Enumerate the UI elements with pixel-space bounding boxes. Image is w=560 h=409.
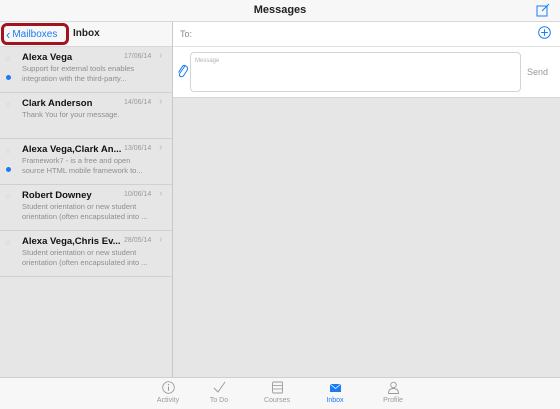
mailboxes-label: Mailboxes	[12, 28, 58, 40]
tab-label: To Do	[209, 397, 229, 404]
checkmark-icon	[213, 381, 225, 393]
sender-name: Alexa Vega,Chris Ev...	[22, 236, 121, 247]
message-date: 13/06/14	[124, 145, 152, 152]
message-date: 17/06/14	[124, 53, 152, 60]
tab-label: Profile	[383, 397, 403, 404]
sender-name: Alexa Vega	[22, 52, 73, 63]
message-row[interactable]: ☆ Robert Downey 10/06/14 › Student orien…	[0, 185, 172, 231]
courses-icon	[271, 381, 283, 394]
mailboxes-back-button[interactable]: ‹ Mailboxes	[1, 23, 69, 45]
list-header: ‹ Mailboxes Inbox	[0, 22, 172, 47]
sender-name: Clark Anderson	[22, 98, 93, 109]
tab-bar: Activity To Do Courses Inbox Profile	[0, 377, 560, 409]
message-row[interactable]: ☆ Alexa Vega 17/06/14 › Support for exte…	[0, 47, 172, 93]
tab-profile[interactable]: Profile	[371, 381, 415, 404]
tab-label: Activity	[156, 397, 180, 404]
profile-icon	[387, 381, 399, 394]
message-preview: Student orientation or new student orien…	[22, 202, 148, 221]
chevron-left-icon: ‹	[6, 26, 11, 42]
message-date: 10/06/14	[124, 191, 152, 198]
tab-inbox[interactable]: Inbox	[313, 381, 357, 404]
inbox-icon	[329, 383, 341, 392]
message-input[interactable]: Message	[190, 52, 521, 92]
add-recipient-icon[interactable]	[538, 26, 551, 39]
tab-label: Inbox	[326, 397, 344, 404]
message-placeholder: Message	[195, 58, 220, 64]
star-icon[interactable]: ☆	[5, 101, 11, 109]
sender-name: Robert Downey	[22, 190, 92, 201]
unread-dot-icon	[6, 75, 11, 80]
tab-courses[interactable]: Courses	[255, 381, 299, 404]
star-icon[interactable]: ☆	[5, 193, 11, 201]
tab-todo[interactable]: To Do	[197, 381, 241, 404]
star-icon[interactable]: ☆	[5, 147, 11, 155]
message-row[interactable]: ☆ Alexa Vega,Chris Ev... 28/05/14 › Stud…	[0, 231, 172, 277]
paperclip-icon[interactable]	[176, 62, 188, 78]
chevron-right-icon: ›	[159, 188, 163, 199]
star-icon[interactable]: ☆	[5, 239, 11, 247]
chevron-right-icon: ›	[159, 142, 163, 153]
tab-label: Courses	[263, 397, 291, 404]
top-bar: Messages	[0, 0, 560, 22]
sender-name: Alexa Vega,Clark An...	[22, 144, 122, 155]
chevron-right-icon: ›	[159, 50, 163, 61]
inbox-title: Inbox	[73, 28, 100, 39]
message-preview: Student orientation or new student orien…	[22, 248, 148, 267]
to-field[interactable]: To:	[173, 22, 560, 47]
unread-dot-icon	[6, 167, 11, 172]
chevron-right-icon: ›	[159, 96, 163, 107]
send-button[interactable]: Send	[527, 67, 548, 77]
compose-icon[interactable]	[536, 3, 550, 17]
message-row[interactable]: ☆ Alexa Vega,Clark An... 13/06/14 › Fram…	[0, 139, 172, 185]
message-row[interactable]: ☆ Clark Anderson 14/06/14 › Thank You fo…	[0, 93, 172, 139]
compose-area: To: Message Send	[173, 22, 560, 98]
chevron-right-icon: ›	[159, 234, 163, 245]
info-icon	[161, 381, 175, 394]
star-icon[interactable]: ☆	[5, 55, 11, 63]
message-preview: Thank You for your message.	[22, 110, 120, 119]
to-label: To:	[180, 29, 193, 39]
message-date: 28/05/14	[124, 237, 152, 244]
message-preview: Support for external tools enables integ…	[22, 64, 135, 83]
message-date: 14/06/14	[124, 99, 152, 106]
page-title: Messages	[253, 4, 307, 16]
message-preview: Framework7 - is a free and open source H…	[22, 156, 143, 175]
mailbox-list-pane: ‹ Mailboxes Inbox ☆ Alexa Vega 17/06/14 …	[0, 22, 173, 377]
compose-pane: To: Message Send	[173, 22, 560, 377]
message-list: ☆ Alexa Vega 17/06/14 › Support for exte…	[0, 47, 172, 277]
tab-activity[interactable]: Activity	[146, 381, 190, 404]
